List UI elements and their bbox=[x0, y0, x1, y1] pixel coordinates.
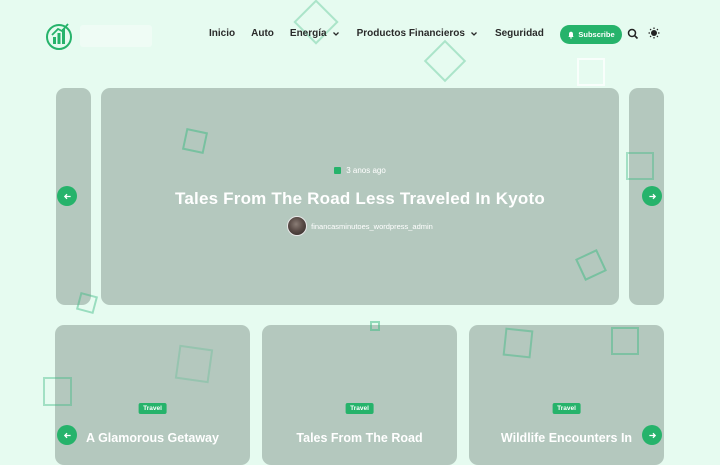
decorative-square bbox=[423, 39, 467, 83]
bell-icon bbox=[568, 31, 575, 39]
site-logo[interactable] bbox=[44, 16, 162, 56]
card-title[interactable]: Wildlife Encounters In bbox=[469, 431, 664, 445]
hero-title[interactable]: Tales From The Road Less Traveled In Kyo… bbox=[101, 189, 619, 209]
post-card[interactable]: Travel Wildlife Encounters In bbox=[469, 325, 664, 465]
card-title[interactable]: A Glamorous Getaway bbox=[55, 431, 250, 445]
decorative-square bbox=[75, 291, 99, 315]
logo-wordmark bbox=[80, 25, 152, 47]
moon-icon[interactable] bbox=[648, 27, 660, 39]
cards-prev-arrow[interactable] bbox=[57, 425, 77, 445]
hero-next-arrow[interactable] bbox=[642, 186, 662, 206]
hero-slide[interactable]: 3 anos ago Tales From The Road Less Trav… bbox=[101, 88, 619, 305]
hero-author[interactable]: financasminutoes_wordpress_admin bbox=[101, 216, 619, 236]
category-tag[interactable]: Travel bbox=[345, 403, 374, 414]
decorative-square bbox=[174, 344, 214, 384]
arrow-left-icon bbox=[63, 432, 71, 438]
decorative-square bbox=[370, 321, 380, 331]
category-tag[interactable]: Travel bbox=[552, 403, 581, 414]
arrow-right-icon bbox=[648, 193, 656, 199]
decorative-square bbox=[611, 327, 639, 355]
chevron-down-icon bbox=[470, 31, 477, 36]
decorative-square bbox=[626, 152, 654, 180]
hero-date: 3 anos ago bbox=[101, 166, 619, 175]
post-card[interactable]: Travel A Glamorous Getaway bbox=[55, 325, 250, 465]
decorative-square bbox=[502, 327, 534, 359]
arrow-right-icon bbox=[648, 432, 656, 438]
nav-item-productos-financieros[interactable]: Productos Financieros bbox=[357, 28, 479, 39]
arrow-left-icon bbox=[63, 193, 71, 199]
post-card[interactable]: Travel Tales From The Road bbox=[262, 325, 457, 465]
chevron-down-icon bbox=[332, 31, 339, 36]
card-title[interactable]: Tales From The Road bbox=[262, 431, 457, 445]
nav-item-energia[interactable]: Energía bbox=[290, 28, 341, 39]
decorative-square bbox=[43, 377, 72, 406]
cards-next-arrow[interactable] bbox=[642, 425, 662, 445]
category-tag[interactable]: Travel bbox=[138, 403, 167, 414]
avatar bbox=[287, 216, 308, 236]
nav-item-auto[interactable]: Auto bbox=[251, 28, 274, 39]
decorative-square bbox=[577, 58, 605, 86]
hero-prev-arrow[interactable] bbox=[57, 186, 77, 206]
decorative-square bbox=[575, 249, 607, 281]
nav-item-inicio[interactable]: Inicio bbox=[209, 28, 235, 39]
decorative-square bbox=[181, 127, 209, 155]
main-nav: Inicio Auto Energía Productos Financiero… bbox=[209, 28, 560, 39]
calendar-icon bbox=[334, 167, 342, 174]
search-icon[interactable] bbox=[627, 28, 639, 40]
logo-icon bbox=[46, 23, 72, 50]
subscribe-button[interactable]: Subscribe bbox=[560, 25, 622, 44]
nav-item-seguridad[interactable]: Seguridad bbox=[495, 28, 544, 39]
